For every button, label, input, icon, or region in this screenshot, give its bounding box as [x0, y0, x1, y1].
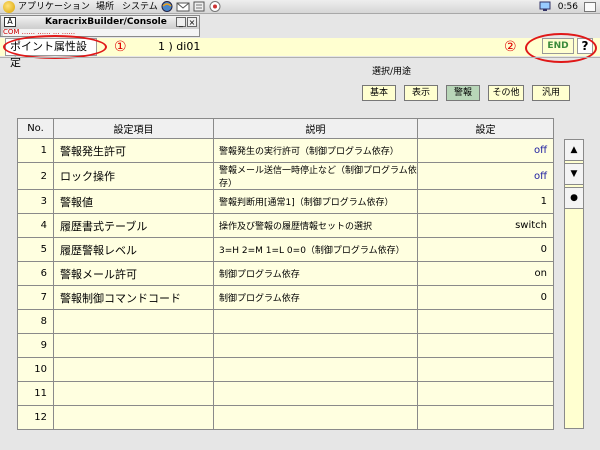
panel-clock[interactable]: 0:56: [558, 1, 578, 13]
row-description: 警報判断用[通常1]（制御プログラム依存）: [213, 189, 418, 214]
row-setting-value[interactable]: 0: [417, 237, 554, 262]
row-number: 4: [17, 213, 54, 238]
mail-launcher-icon[interactable]: [176, 1, 190, 12]
row-item: 警報制御コマンドコード: [53, 285, 214, 310]
row-setting-value[interactable]: [417, 333, 554, 358]
table-row[interactable]: 12: [17, 405, 554, 430]
table-row[interactable]: 2 ロック操作 警報メール送信一時停止など（制御プログラム依存） off: [17, 162, 554, 190]
row-number: 9: [17, 333, 54, 358]
menu-places[interactable]: 場所: [96, 1, 114, 13]
distro-logo-icon[interactable]: [3, 1, 15, 13]
table-row[interactable]: 4 履歴書式テーブル 操作及び警報の履歴情報セットの選択 switch: [17, 213, 554, 238]
console-toolbar-strip: COM ...... ...... ... ......: [3, 29, 199, 36]
row-item: 履歴警報レベル: [53, 237, 214, 262]
row-description: 制御プログラム依存: [213, 261, 418, 286]
table-row[interactable]: 8: [17, 309, 554, 334]
scroll-down-button[interactable]: ▼: [564, 163, 584, 185]
annotation-marker-one: ①: [114, 39, 127, 55]
header-no: No.: [17, 118, 54, 139]
row-item: ロック操作: [53, 162, 214, 190]
annotation-ellipse-end: [525, 33, 597, 63]
table-header-row: No. 設定項目 説明 設定: [17, 118, 554, 139]
console-minimize-button[interactable]: _: [176, 17, 186, 27]
row-setting-value[interactable]: on: [417, 261, 554, 286]
table-row[interactable]: 3 警報値 警報判断用[通常1]（制御プログラム依存） 1: [17, 189, 554, 214]
row-description: [213, 405, 418, 430]
table-row[interactable]: 6 警報メール許可 制御プログラム依存 on: [17, 261, 554, 286]
row-setting-value[interactable]: 0: [417, 285, 554, 310]
console-window[interactable]: A KaracrixBuilder/Console _ × COM ...... …: [0, 15, 200, 37]
row-description: 警報メール送信一時停止など（制御プログラム依存）: [213, 162, 418, 190]
row-number: 7: [17, 285, 54, 310]
category-other-button[interactable]: その他: [488, 85, 524, 101]
header-setting: 設定: [417, 118, 554, 139]
row-number: 3: [17, 189, 54, 214]
scroll-up-button[interactable]: ▲: [564, 139, 584, 161]
row-description: 制御プログラム依存: [213, 285, 418, 310]
row-number: 12: [17, 405, 54, 430]
row-item: [53, 381, 214, 406]
table-row[interactable]: 7 警報制御コマンドコード 制御プログラム依存 0: [17, 285, 554, 310]
console-app-icon: A: [4, 17, 16, 27]
help-launcher-icon[interactable]: [208, 1, 222, 12]
workspace-switcher[interactable]: [584, 2, 596, 12]
table-row[interactable]: 1 警報発生許可 警報発生の実行許可（制御プログラム依存） off: [17, 138, 554, 163]
row-description: [213, 333, 418, 358]
table-row[interactable]: 10: [17, 357, 554, 382]
settings-table: No. 設定項目 説明 設定 1 警報発生許可 警報発生の実行許可（制御プログラム依…: [17, 118, 554, 430]
row-item: 警報メール許可: [53, 261, 214, 286]
row-item: [53, 333, 214, 358]
row-item: [53, 357, 214, 382]
category-basic-button[interactable]: 基本: [362, 85, 396, 101]
row-number: 5: [17, 237, 54, 262]
row-setting-value[interactable]: [417, 381, 554, 406]
row-item: 履歴書式テーブル: [53, 213, 214, 238]
network-icon[interactable]: [538, 1, 552, 12]
header-divider: [0, 57, 600, 58]
row-number: 8: [17, 309, 54, 334]
console-close-button[interactable]: ×: [187, 17, 197, 27]
row-description: 3=H 2=M 1=L 0=0（制御プログラム依存）: [213, 237, 418, 262]
row-setting-value[interactable]: [417, 357, 554, 382]
row-number: 10: [17, 357, 54, 382]
row-item: 警報発生許可: [53, 138, 214, 163]
table-row[interactable]: 5 履歴警報レベル 3=H 2=M 1=L 0=0（制御プログラム依存） 0: [17, 237, 554, 262]
row-number: 11: [17, 381, 54, 406]
annotation-marker-two: ②: [504, 39, 517, 55]
table-row[interactable]: 9: [17, 333, 554, 358]
menu-system[interactable]: システム: [122, 1, 158, 13]
header-item: 設定項目: [53, 118, 214, 139]
row-description: [213, 381, 418, 406]
row-description: [213, 357, 418, 382]
row-setting-value[interactable]: 1: [417, 189, 554, 214]
row-setting-value[interactable]: switch: [417, 213, 554, 238]
category-group-label: 選択/用途: [372, 67, 412, 77]
scroll-position-button[interactable]: ●: [564, 187, 584, 209]
row-description: 警報発生の実行許可（制御プログラム依存）: [213, 138, 418, 163]
row-item: 警報値: [53, 189, 214, 214]
row-item: [53, 309, 214, 334]
menu-applications[interactable]: アプリケーション: [18, 1, 90, 13]
header-desc: 説明: [213, 118, 418, 139]
console-title: KaracrixBuilder/Console: [1, 16, 199, 28]
row-description: 操作及び警報の履歴情報セットの選択: [213, 213, 418, 238]
point-id: 1 ) di01: [158, 40, 201, 53]
office-launcher-icon[interactable]: [192, 1, 206, 12]
category-general-button[interactable]: 汎用: [532, 85, 570, 101]
row-item: [53, 405, 214, 430]
table-row[interactable]: 11: [17, 381, 554, 406]
annotation-ellipse-title: [3, 35, 107, 59]
browser-launcher-icon[interactable]: [160, 1, 174, 12]
row-number: 2: [17, 162, 54, 190]
row-description: [213, 309, 418, 334]
row-setting-value[interactable]: [417, 309, 554, 334]
row-setting-value[interactable]: [417, 405, 554, 430]
row-setting-value[interactable]: off: [417, 162, 554, 190]
category-alarm-button[interactable]: 警報: [446, 85, 480, 101]
row-setting-value[interactable]: off: [417, 138, 554, 163]
top-panel: アプリケーション 場所 システム 0:56: [0, 0, 600, 14]
row-number: 1: [17, 138, 54, 163]
category-display-button[interactable]: 表示: [404, 85, 438, 101]
row-number: 6: [17, 261, 54, 286]
